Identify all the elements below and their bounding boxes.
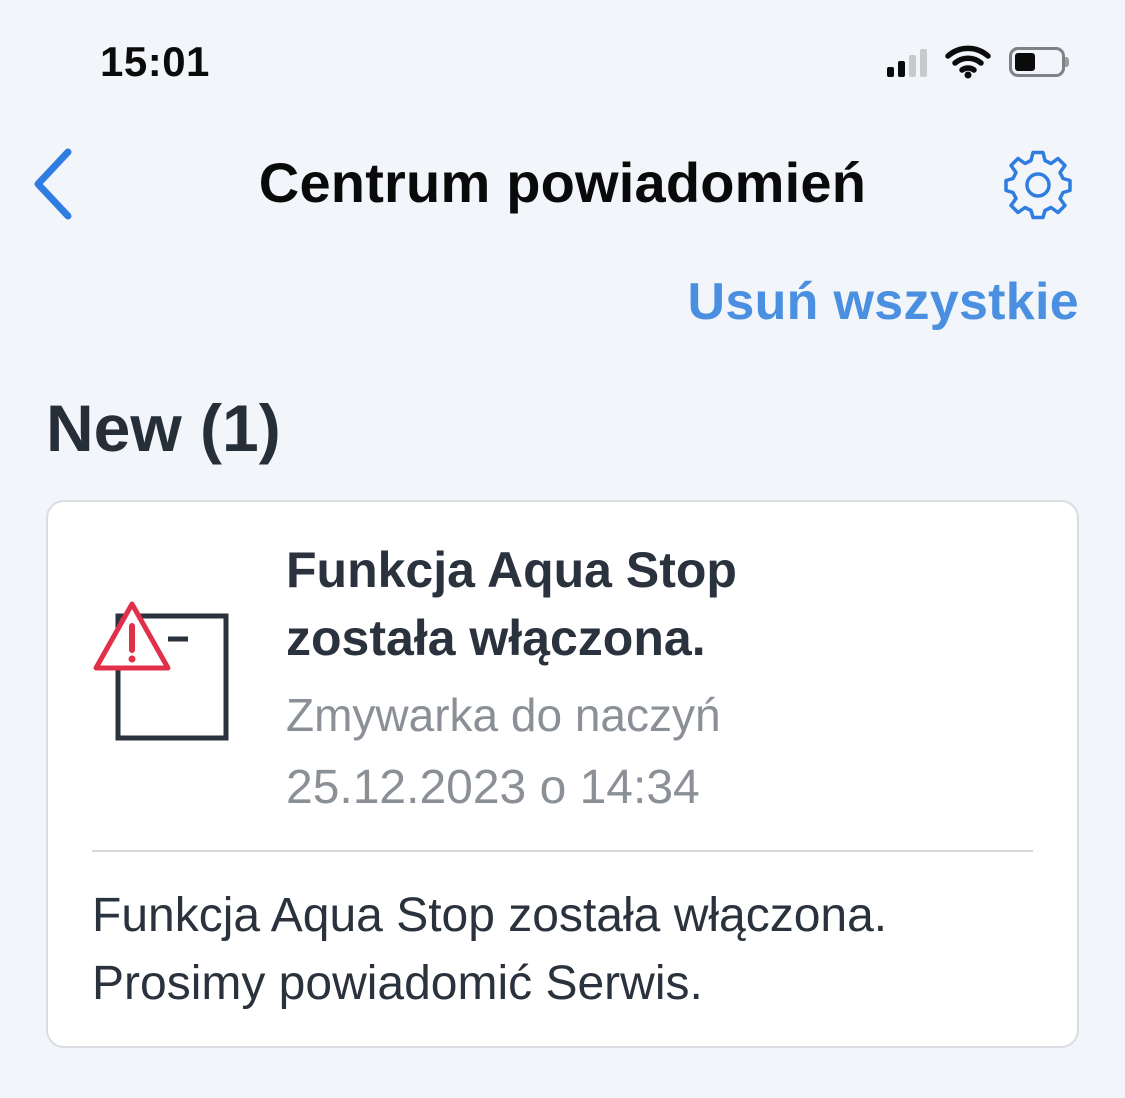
battery-icon [1009,47,1069,77]
notification-card[interactable]: Funkcja Aqua Stop została włączona. Zmyw… [46,500,1079,1048]
status-bar: 15:01 [0,0,1125,120]
notification-title: Funkcja Aqua Stop została włączona. [286,542,737,666]
notification-message: Funkcja Aqua Stop została włączona. Pros… [92,889,888,1010]
delete-all-button[interactable]: Usuń wszystkie [688,272,1079,332]
cellular-signal-icon [887,47,927,77]
page-title: Centrum powiadomień [258,151,867,214]
gear-icon [1004,150,1072,220]
notification-header: Funkcja Aqua Stop została włączona. Zmyw… [286,536,1037,820]
navigation-bar: Centrum powiadomień [0,130,1125,240]
settings-button[interactable] [1001,148,1075,222]
section-title-new: New (1) [46,391,281,465]
dishwasher-warning-icon [93,601,229,741]
status-icons [887,40,1069,84]
status-time: 15:01 [100,38,210,85]
wifi-icon [945,45,991,79]
divider [92,850,1033,852]
notification-datetime: 25.12.2023 o 14:34 [286,761,700,814]
notification-device: Zmywarka do naczyń [286,689,721,741]
